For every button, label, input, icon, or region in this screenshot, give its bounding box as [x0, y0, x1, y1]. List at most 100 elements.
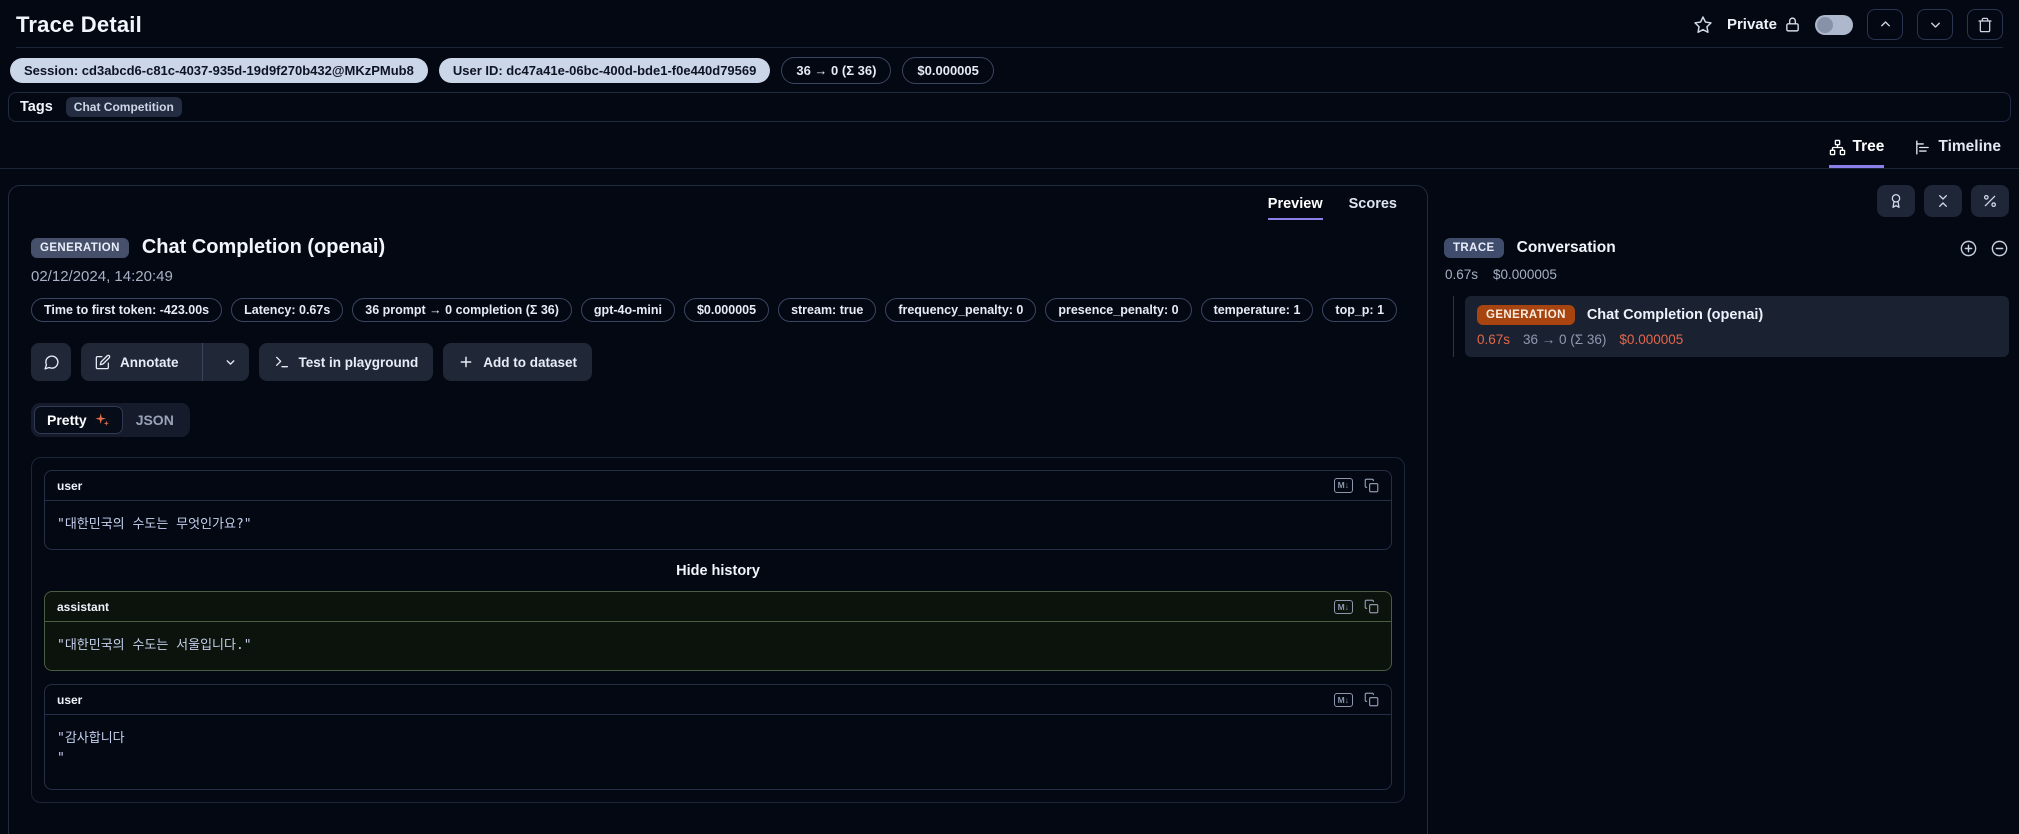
markdown-toggle-icon[interactable]: M↓ [1333, 478, 1353, 493]
markdown-toggle-icon[interactable]: M↓ [1333, 599, 1353, 614]
tab-timeline[interactable]: Timeline [1914, 138, 2001, 168]
tree-toolbar [1442, 185, 2009, 217]
observation-panel: Preview Scores GENERATION Chat Completio… [8, 185, 1428, 834]
collapse-all-button[interactable] [1924, 185, 1962, 217]
terminal-icon [275, 356, 288, 368]
button-separator [201, 343, 203, 381]
chevron-up-icon [1880, 21, 1890, 27]
node-tokens: 36 → 0 (Σ 36) [1523, 332, 1607, 347]
markdown-toggle-icon[interactable]: M↓ [1333, 692, 1353, 707]
message-role: user [57, 692, 83, 707]
tags-label: Tags [20, 99, 53, 115]
meta-badge: top_p: 1 [1322, 298, 1398, 322]
delete-trace-button[interactable] [1967, 9, 2003, 40]
meta-badge: gpt-4o-mini [580, 298, 675, 322]
annotate-button[interactable]: Annotate [81, 343, 249, 381]
expand-all-icon[interactable] [1959, 239, 1978, 258]
node-latency: 0.67s [1477, 332, 1511, 347]
add-to-dataset-button[interactable]: Add to dataset [443, 343, 593, 381]
percent-icon [1983, 194, 1997, 208]
copy-icon[interactable] [1364, 692, 1379, 707]
trace-tree-panel: TRACE Conversation 0.67s $0.000005 GENER… [1442, 185, 2011, 357]
pencil-square-icon [95, 354, 111, 370]
session-badge[interactable]: Session: cd3abcd6-c81c-4037-935d-19d9f27… [10, 58, 428, 83]
cost-badge: $0.000005 [902, 57, 994, 84]
node-cost: $0.000005 [1619, 332, 1684, 347]
annotate-dropdown[interactable] [212, 343, 249, 381]
message-block-user-2: user M↓ "감사합니다 " [44, 684, 1392, 791]
copy-icon[interactable] [1364, 599, 1379, 614]
generation-node-card[interactable]: GENERATION Chat Completion (openai) 0.67… [1465, 296, 2009, 357]
user-id-badge[interactable]: User ID: dc47a41e-06bc-400d-bde1-f0e440d… [438, 58, 771, 83]
comments-button[interactable] [31, 343, 71, 381]
meta-badge: $0.000005 [683, 298, 770, 322]
tab-scores[interactable]: Scores [1349, 196, 1397, 220]
metrics-toggle-button[interactable] [1971, 185, 2009, 217]
public-toggle[interactable] [1815, 14, 1853, 35]
plus-icon [460, 356, 472, 368]
pretty-label: Pretty [47, 412, 87, 428]
trace-name: Conversation [1516, 239, 1616, 256]
chevrons-collapse-icon [1939, 195, 1947, 207]
meta-badge: stream: true [778, 298, 877, 322]
timeline-icon [1916, 139, 1930, 155]
meta-badge: Time to first token: -423.00s [31, 298, 223, 322]
previous-trace-button[interactable] [1867, 9, 1903, 40]
award-icon [1891, 194, 1901, 208]
trace-cost: $0.000005 [1493, 267, 1557, 282]
tab-tree[interactable]: Tree [1828, 138, 1885, 168]
tab-preview[interactable]: Preview [1267, 196, 1323, 220]
hide-history-button[interactable]: Hide history [44, 550, 1392, 591]
tree-icon [1829, 139, 1845, 155]
visibility-status: Private [1727, 16, 1801, 33]
chat-bubble-icon [43, 354, 59, 370]
lock-icon [1784, 16, 1801, 33]
meta-badge: temperature: 1 [1200, 298, 1314, 322]
message-content: "대한민국의 수도는 무엇인가요?" [57, 517, 252, 532]
content-area: Preview Scores GENERATION Chat Completio… [0, 169, 2019, 834]
tag-badge[interactable]: Chat Competition [65, 97, 182, 117]
message-content: "대한민국의 수도는 서울입니다." [57, 638, 252, 654]
message-content: "감사합니다 " [57, 731, 125, 767]
tab-timeline-label: Timeline [1938, 138, 2001, 155]
token-usage-badge: 36 → 0 (Σ 36) [781, 57, 892, 84]
meta-badge: Latency: 0.67s [231, 298, 344, 322]
panel-tabs: Preview Scores [31, 186, 1405, 220]
page-header: Trace Detail Private [0, 0, 2019, 47]
messages-container: user M↓ "대한민국의 수도는 무엇인가요?" Hide history … [31, 457, 1405, 804]
trace-metrics: 0.67s $0.000005 [1445, 267, 2009, 282]
generation-node-badge: GENERATION [1477, 305, 1575, 325]
tree-guide-line [1453, 296, 1454, 357]
trace-root-row[interactable]: TRACE Conversation [1442, 238, 2009, 258]
meta-badge: 36 prompt → 0 completion (Σ 36) [352, 298, 572, 322]
annotate-label: Annotate [120, 354, 179, 370]
observation-meta-badges: Time to first token: -423.00s Latency: 0.… [31, 298, 1405, 322]
tags-list: Chat Competition [65, 97, 182, 117]
trash-icon [1978, 17, 1992, 32]
trace-badges-row: Session: cd3abcd6-c81c-4037-935d-19d9f27… [0, 48, 2019, 90]
format-toggle: Pretty JSON [31, 403, 190, 437]
toggle-knob [1817, 16, 1833, 33]
json-toggle[interactable]: JSON [123, 406, 187, 434]
star-icon[interactable] [1693, 15, 1713, 35]
playground-label: Test in playground [298, 354, 419, 370]
view-tabs: Tree Timeline [0, 124, 2019, 169]
trace-type-badge: TRACE [1444, 238, 1504, 258]
pretty-toggle[interactable]: Pretty [34, 406, 123, 434]
collapse-icon[interactable] [1990, 239, 2009, 258]
generation-node-title: Chat Completion (openai) [1586, 307, 1764, 323]
message-block-user-1: user M↓ "대한민국의 수도는 무엇인가요?" [44, 470, 1392, 551]
next-trace-button[interactable] [1917, 9, 1953, 40]
tags-container[interactable]: Tags Chat Competition [8, 92, 2011, 122]
tab-tree-label: Tree [1852, 138, 1885, 155]
message-role: assistant [57, 599, 110, 614]
copy-icon[interactable] [1364, 478, 1379, 493]
page-title: Trace Detail [16, 11, 142, 37]
meta-badge: frequency_penalty: 0 [885, 298, 1037, 322]
test-in-playground-button[interactable]: Test in playground [258, 343, 434, 381]
trace-latency: 0.67s [1445, 267, 1479, 282]
add-to-dataset-label: Add to dataset [483, 354, 578, 370]
chevron-down-icon [226, 359, 234, 365]
scores-toggle-button[interactable] [1877, 185, 1915, 217]
private-label: Private [1726, 16, 1777, 33]
